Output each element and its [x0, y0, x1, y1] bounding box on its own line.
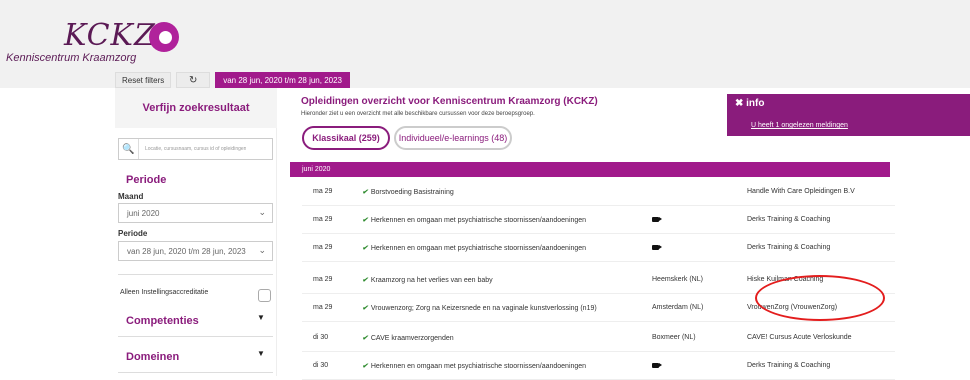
course-title: Herkennen en omgaan met psychiatrische s…	[370, 217, 587, 224]
maand-value: juni 2020	[127, 208, 160, 218]
date-range-badge[interactable]: van 28 jun, 2020 t/m 28 jun, 2023	[215, 72, 350, 88]
page-subtitle: Hieronder ziet u een overzicht met alle …	[301, 111, 535, 117]
kckz-logo[interactable]: KCKZ Kenniscentrum Kraamzorg	[6, 18, 206, 68]
course-date: ma 29	[313, 304, 333, 311]
chevron-down-icon: ⌄	[258, 207, 266, 217]
course-title: Vrouwenzorg; Zorg na Keizersnede en na v…	[370, 305, 597, 312]
video-camera-icon	[652, 363, 662, 368]
logo-subtitle: Kenniscentrum Kraamzorg	[6, 52, 137, 64]
search-placeholder: Locatie, cursusnaam, cursus id of opleid…	[145, 146, 247, 152]
info-close-heading[interactable]: ✖ info	[735, 98, 764, 109]
table-row[interactable]: ma 29 ✔ Borstvoeding Basistraining Handle…	[302, 178, 895, 206]
search-input[interactable]: 🔍 Locatie, cursusnaam, cursus id of ople…	[118, 138, 273, 160]
course-organizer: CAVE! Cursus Acute Verloskunde	[747, 334, 852, 341]
page-header: KCKZ Kenniscentrum Kraamzorg Reset filte…	[0, 0, 970, 88]
info-panel: ✖ info U heeft 1 ongelezen meldingen	[727, 94, 970, 136]
check-icon: ✔	[362, 277, 368, 284]
accreditatie-label: Alleen Instellingsaccreditatie	[120, 289, 209, 296]
check-icon: ✔	[362, 189, 368, 196]
reset-filters-button[interactable]: Reset filters	[115, 72, 172, 88]
periode-value: van 28 jun, 2020 t/m 28 jun, 2023	[127, 246, 246, 256]
periode-label: Periode	[118, 229, 148, 238]
course-date: di 30	[313, 334, 329, 341]
video-camera-icon	[652, 217, 662, 222]
course-date: ma 29	[313, 216, 333, 223]
filter-toolbar: Reset filters ↻ van 28 jun, 2020 t/m 28 …	[115, 72, 350, 88]
check-icon: ✔	[362, 335, 368, 342]
course-location: Boxmeer (NL)	[652, 334, 696, 341]
course-date: di 30	[313, 362, 329, 369]
course-location: Amsterdam (NL)	[652, 304, 704, 311]
competenties-toggle[interactable]: Competenties	[126, 315, 199, 327]
course-date: ma 29	[313, 276, 333, 283]
course-title: Borstvoeding Basistraining	[370, 189, 454, 196]
month-header: juni 2020	[290, 162, 890, 177]
logo-mark-icon	[149, 22, 179, 52]
course-title: Herkennen en omgaan met psychiatrische s…	[370, 245, 587, 252]
chevron-down-icon: ⌄	[258, 245, 266, 255]
course-title: Kraamzorg na het verlies van een baby	[370, 277, 493, 284]
search-icon[interactable]: 🔍	[119, 139, 139, 159]
maand-label: Maand	[118, 192, 144, 201]
divider	[118, 336, 273, 337]
caret-down-icon[interactable]: ▼	[257, 349, 265, 358]
table-row[interactable]: ma 29 ✔ Herkennen en omgaan met psychiatr…	[302, 206, 895, 234]
caret-down-icon[interactable]: ▼	[257, 313, 265, 322]
periode-heading: Periode	[126, 174, 167, 186]
sidebar-title: Verfijn zoekresultaat	[115, 88, 277, 128]
unread-notifications-link[interactable]: U heeft 1 ongelezen meldingen	[751, 122, 848, 129]
check-icon: ✔	[362, 305, 368, 312]
table-row[interactable]: di 30 ✔ CAVE kraamverzorgenden Boxmeer (N…	[302, 324, 895, 352]
course-organizer: Derks Training & Coaching	[747, 244, 831, 251]
check-icon: ✔	[362, 363, 368, 370]
logo-text: KCKZ	[64, 18, 156, 53]
page-title: Opleidingen overzicht voor Kenniscentrum…	[301, 96, 598, 107]
course-organizer: Derks Training & Coaching	[747, 216, 831, 223]
video-camera-icon	[652, 245, 662, 250]
check-icon: ✔	[362, 245, 368, 252]
periode-select[interactable]: van 28 jun, 2020 t/m 28 jun, 2023 ⌄	[118, 241, 273, 261]
accreditatie-checkbox[interactable]	[258, 289, 271, 302]
course-title: CAVE kraamverzorgenden	[370, 335, 454, 342]
course-organizer: Handle With Care Opleidingen B.V	[747, 188, 855, 195]
course-location: Heemskerk (NL)	[652, 276, 703, 283]
red-highlight-ellipse	[755, 275, 885, 321]
filter-sidebar: Verfijn zoekresultaat 🔍 Locatie, cursusn…	[115, 88, 277, 376]
course-title: Herkennen en omgaan met psychiatrische s…	[370, 363, 587, 370]
course-date: ma 29	[313, 244, 333, 251]
course-organizer: Derks Training & Coaching	[747, 362, 831, 369]
divider	[118, 372, 273, 373]
tab-individueel[interactable]: Individueel/e-learnings (48)	[394, 126, 512, 150]
table-row[interactable]: ma 29 ✔ Herkennen en omgaan met psychiatr…	[302, 234, 895, 262]
maand-select[interactable]: juni 2020 ⌄	[118, 203, 273, 223]
domeinen-toggle[interactable]: Domeinen	[126, 351, 179, 363]
course-date: ma 29	[313, 188, 333, 195]
divider	[118, 274, 273, 275]
check-icon: ✔	[362, 217, 368, 224]
tab-klassikaal[interactable]: Klassikaal (259)	[302, 126, 390, 150]
refresh-icon[interactable]: ↻	[176, 72, 211, 88]
